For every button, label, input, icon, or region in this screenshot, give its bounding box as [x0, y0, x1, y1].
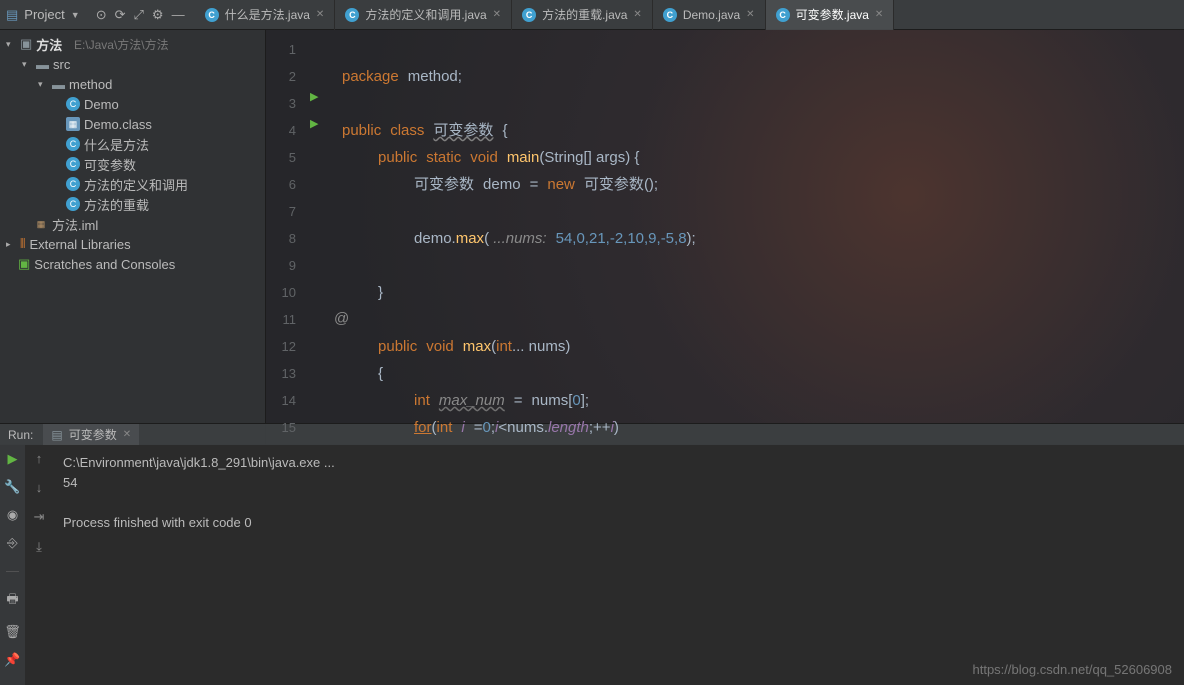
java-icon: C — [522, 8, 536, 22]
java-icon: C — [66, 137, 80, 151]
target-icon[interactable]: ⊙ — [96, 7, 107, 23]
tree-scratch[interactable]: ▣Scratches and Consoles — [0, 254, 265, 274]
tree-file[interactable]: C方法的重载 — [0, 194, 265, 214]
tab-0[interactable]: C什么是方法.java✕ — [195, 0, 336, 30]
tree-file[interactable]: CDemo — [0, 94, 265, 114]
minimize-icon[interactable]: — — [172, 7, 185, 23]
run-toolbar-left: ▶ 🔧 ◉ ⎆ — 🖶 🗑 📌 — [0, 445, 25, 685]
project-icon: ▤ — [6, 7, 18, 23]
scroll-icon[interactable]: ⤓ — [36, 539, 42, 555]
wrap-icon[interactable]: ⇥ — [34, 509, 45, 525]
run-label: Run: — [8, 428, 33, 442]
tab-4[interactable]: C可变参数.java✕ — [766, 0, 895, 30]
scratch-icon: ▣ — [18, 256, 30, 272]
trash-icon[interactable]: 🗑 — [4, 624, 21, 640]
java-icon: C — [663, 8, 677, 22]
wrench-icon[interactable]: 🔧 — [4, 479, 20, 495]
chevron-down-icon[interactable]: ▼ — [71, 10, 80, 20]
close-icon[interactable]: ✕ — [316, 9, 324, 20]
java-icon: C — [205, 8, 219, 22]
close-icon[interactable]: ✕ — [493, 9, 501, 20]
tree-ext-lib[interactable]: ▸⫴External Libraries — [0, 234, 265, 254]
java-icon: C — [776, 8, 790, 22]
java-icon: C — [66, 197, 80, 211]
rerun-icon[interactable]: ▶ — [8, 451, 18, 467]
java-icon: C — [345, 8, 359, 22]
close-icon[interactable]: ✕ — [123, 429, 131, 440]
code-editor[interactable]: 123456789101112131415 ▶ ▶ @ package meth… — [266, 30, 1184, 444]
java-icon: C — [66, 177, 80, 191]
refresh-icon[interactable]: ⟳ — [115, 7, 126, 23]
tree-root[interactable]: ▾▣方法 E:\Java\方法\方法 — [0, 34, 265, 54]
java-icon: C — [66, 157, 80, 171]
library-icon: ⫴ — [20, 236, 25, 252]
close-icon[interactable]: ✕ — [746, 9, 754, 20]
project-panel: ▾▣方法 E:\Java\方法\方法 ▾▬src ▾▬method CDemo … — [0, 30, 266, 444]
divider: — — [6, 563, 19, 578]
run-panel: Run: ▤可变参数✕ ▶ 🔧 ◉ ⎆ — 🖶 🗑 📌 ↑ ↓ ⇥ ⤓ C:\E… — [0, 444, 1184, 685]
up-icon[interactable]: ↑ — [36, 451, 43, 466]
tree-src[interactable]: ▾▬src — [0, 54, 265, 74]
tree-file[interactable]: ▦Demo.class — [0, 114, 265, 134]
close-icon[interactable]: ✕ — [875, 9, 883, 20]
class-icon: ▦ — [66, 117, 80, 131]
run-config-icon: ▤ — [51, 428, 62, 442]
tab-3[interactable]: CDemo.java✕ — [653, 0, 766, 30]
console-output[interactable]: C:\Environment\java\jdk1.8_291\bin\java.… — [53, 445, 1184, 685]
run-tab[interactable]: ▤可变参数✕ — [43, 424, 139, 445]
main-area: ▾▣方法 E:\Java\方法\方法 ▾▬src ▾▬method CDemo … — [0, 30, 1184, 444]
tab-2[interactable]: C方法的重载.java✕ — [512, 0, 653, 30]
tree-iml[interactable]: ▦方法.iml — [0, 214, 265, 234]
down-icon[interactable]: ↓ — [36, 480, 43, 495]
tree-file[interactable]: C方法的定义和调用 — [0, 174, 265, 194]
line-gutter: 123456789101112131415 — [266, 30, 310, 441]
package-icon: ▬ — [52, 77, 65, 92]
editor-tabs: C什么是方法.java✕ C方法的定义和调用.java✕ C方法的重载.java… — [195, 0, 1184, 30]
pin-icon[interactable]: 📌 — [4, 652, 20, 668]
stop-icon[interactable]: ◉ — [7, 507, 18, 523]
close-icon[interactable]: ✕ — [633, 9, 641, 20]
exit-icon[interactable]: ⎆ — [7, 535, 17, 551]
tree-file[interactable]: C可变参数 — [0, 154, 265, 174]
tree-pkg[interactable]: ▾▬method — [0, 74, 265, 94]
folder-icon: ▬ — [36, 57, 49, 72]
collapse-icon[interactable]: ⤢ — [134, 7, 144, 23]
iml-icon: ▦ — [34, 217, 48, 231]
project-tree: ▾▣方法 E:\Java\方法\方法 ▾▬src ▾▬method CDemo … — [0, 30, 265, 278]
watermark: https://blog.csdn.net/qq_52606908 — [973, 662, 1173, 677]
tree-file[interactable]: C什么是方法 — [0, 134, 265, 154]
topbar: ▤ Project ▼ ⊙ ⟳ ⤢ ⚙ — C什么是方法.java✕ C方法的定… — [0, 0, 1184, 30]
code-content: package method; public class 可变参数 { publ… — [342, 36, 1184, 444]
java-icon: C — [66, 97, 80, 111]
print-icon[interactable]: 🖶 — [6, 590, 18, 612]
tab-1[interactable]: C方法的定义和调用.java✕ — [335, 0, 512, 30]
override-icon: @ — [334, 310, 349, 327]
folder-icon: ▣ — [20, 36, 32, 52]
run-toolbar-inner: ↑ ↓ ⇥ ⤓ — [25, 445, 53, 685]
run-gutter-icon[interactable]: ▶ — [310, 117, 318, 130]
run-gutter-icon[interactable]: ▶ — [310, 90, 318, 103]
project-label[interactable]: Project — [24, 7, 64, 22]
settings-icon[interactable]: ⚙ — [152, 7, 164, 23]
